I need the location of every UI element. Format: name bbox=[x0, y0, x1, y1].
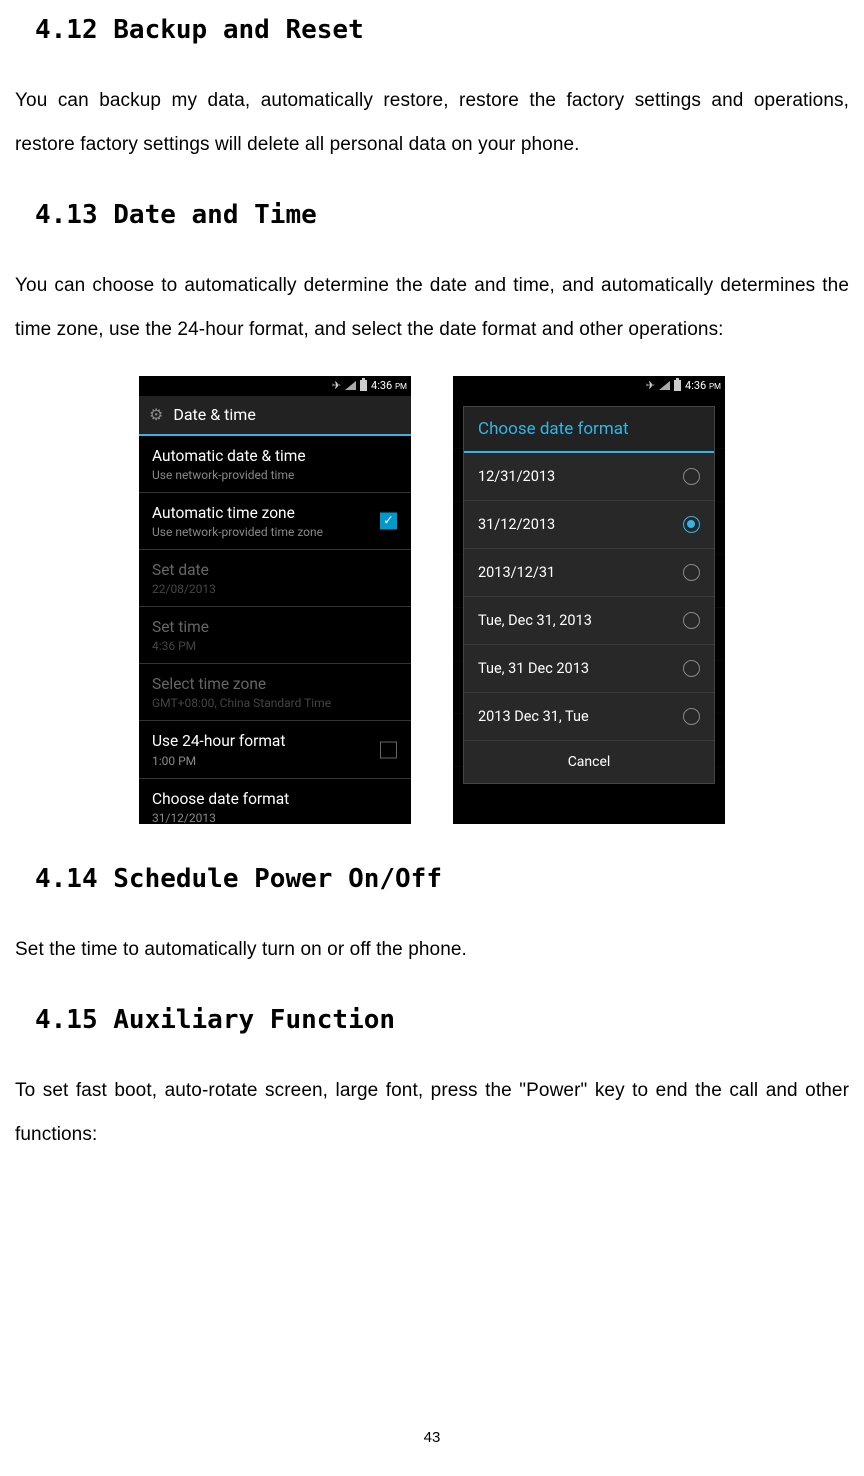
settings-list: Automatic date & time Use network-provid… bbox=[139, 436, 411, 824]
heading-4-14: 4.14 Schedule Power On/Off bbox=[35, 864, 849, 894]
setting-label: Choose date format bbox=[152, 789, 398, 809]
setting-set-time: Set time 4:36 PM bbox=[139, 607, 411, 664]
app-header[interactable]: ⚙ Date & time bbox=[139, 396, 411, 436]
date-format-option[interactable]: Tue, 31 Dec 2013 bbox=[464, 645, 714, 693]
radio-icon[interactable] bbox=[683, 660, 700, 677]
airplane-icon bbox=[646, 379, 655, 392]
battery-icon bbox=[674, 380, 681, 391]
option-label: 31/12/2013 bbox=[478, 516, 555, 533]
settings-icon: ⚙ bbox=[149, 405, 163, 424]
setting-label: Use 24-hour format bbox=[152, 731, 398, 751]
date-format-option[interactable]: 2013/12/31 bbox=[464, 549, 714, 597]
date-format-option[interactable]: 2013 Dec 31, Tue bbox=[464, 693, 714, 741]
heading-4-15: 4.15 Auxiliary Function bbox=[35, 1005, 849, 1035]
setting-auto-date-time[interactable]: Automatic date & time Use network-provid… bbox=[139, 436, 411, 493]
body-4-14: Set the time to automatically turn on or… bbox=[15, 928, 849, 972]
dialog-title: Choose date format bbox=[464, 407, 714, 453]
radio-icon[interactable] bbox=[683, 468, 700, 485]
setting-sub: Use network-provided time bbox=[152, 468, 398, 482]
setting-24hour-format[interactable]: Use 24-hour format 1:00 PM bbox=[139, 721, 411, 778]
airplane-icon bbox=[332, 379, 341, 392]
body-4-12: You can backup my data, automatically re… bbox=[15, 79, 849, 166]
setting-label: Set date bbox=[152, 560, 398, 580]
status-bar: 4:36 PM bbox=[453, 376, 725, 396]
battery-icon bbox=[360, 380, 367, 391]
setting-sub: 4:36 PM bbox=[152, 639, 398, 653]
date-format-dialog: Choose date format 12/31/2013 31/12/2013… bbox=[463, 406, 715, 784]
option-label: Tue, Dec 31, 2013 bbox=[478, 612, 592, 629]
cancel-button[interactable]: Cancel bbox=[464, 741, 714, 783]
setting-sub: 22/08/2013 bbox=[152, 582, 398, 596]
setting-auto-time-zone[interactable]: Automatic time zone Use network-provided… bbox=[139, 493, 411, 550]
checkbox-icon[interactable] bbox=[380, 512, 397, 529]
heading-4-13: 4.13 Date and Time bbox=[35, 200, 849, 230]
date-format-option[interactable]: 31/12/2013 bbox=[464, 501, 714, 549]
page-number: 43 bbox=[0, 1429, 864, 1446]
screenshot-choose-date-format: 4:36 PM AL AL S2 S4 SG L1 C3 Choose date… bbox=[453, 376, 725, 824]
setting-label: Automatic time zone bbox=[152, 503, 398, 523]
status-time: 4:36 PM bbox=[371, 379, 407, 392]
setting-label: Set time bbox=[152, 617, 398, 637]
heading-4-12: 4.12 Backup and Reset bbox=[35, 15, 849, 45]
date-format-option[interactable]: 12/31/2013 bbox=[464, 453, 714, 501]
setting-set-date: Set date 22/08/2013 bbox=[139, 550, 411, 607]
checkbox-icon[interactable] bbox=[380, 741, 397, 758]
status-time: 4:36 PM bbox=[685, 379, 721, 392]
setting-sub: 1:00 PM bbox=[152, 754, 398, 768]
body-4-15: To set fast boot, auto-rotate screen, la… bbox=[15, 1069, 849, 1156]
setting-select-time-zone: Select time zone GMT+08:00, China Standa… bbox=[139, 664, 411, 721]
radio-icon[interactable] bbox=[683, 564, 700, 581]
screenshot-date-time-settings: 4:36 PM ⚙ Date & time Automatic date & t… bbox=[139, 376, 411, 824]
option-label: 12/31/2013 bbox=[478, 468, 555, 485]
date-format-option[interactable]: Tue, Dec 31, 2013 bbox=[464, 597, 714, 645]
setting-sub: GMT+08:00, China Standard Time bbox=[152, 696, 398, 710]
status-bar: 4:36 PM bbox=[139, 376, 411, 396]
setting-sub: Use network-provided time zone bbox=[152, 525, 398, 539]
body-4-13: You can choose to automatically determin… bbox=[15, 264, 849, 351]
radio-icon[interactable] bbox=[683, 516, 700, 533]
radio-icon[interactable] bbox=[683, 708, 700, 725]
signal-icon bbox=[659, 381, 670, 390]
signal-icon bbox=[345, 381, 356, 390]
option-label: Tue, 31 Dec 2013 bbox=[478, 660, 589, 677]
screenshots-container: 4:36 PM ⚙ Date & time Automatic date & t… bbox=[15, 376, 849, 824]
radio-icon[interactable] bbox=[683, 612, 700, 629]
header-title: Date & time bbox=[173, 405, 255, 424]
setting-sub: 31/12/2013 bbox=[152, 811, 398, 824]
option-label: 2013/12/31 bbox=[478, 564, 555, 581]
setting-label: Select time zone bbox=[152, 674, 398, 694]
setting-label: Automatic date & time bbox=[152, 446, 398, 466]
option-label: 2013 Dec 31, Tue bbox=[478, 708, 589, 725]
setting-choose-date-format[interactable]: Choose date format 31/12/2013 bbox=[139, 779, 411, 824]
